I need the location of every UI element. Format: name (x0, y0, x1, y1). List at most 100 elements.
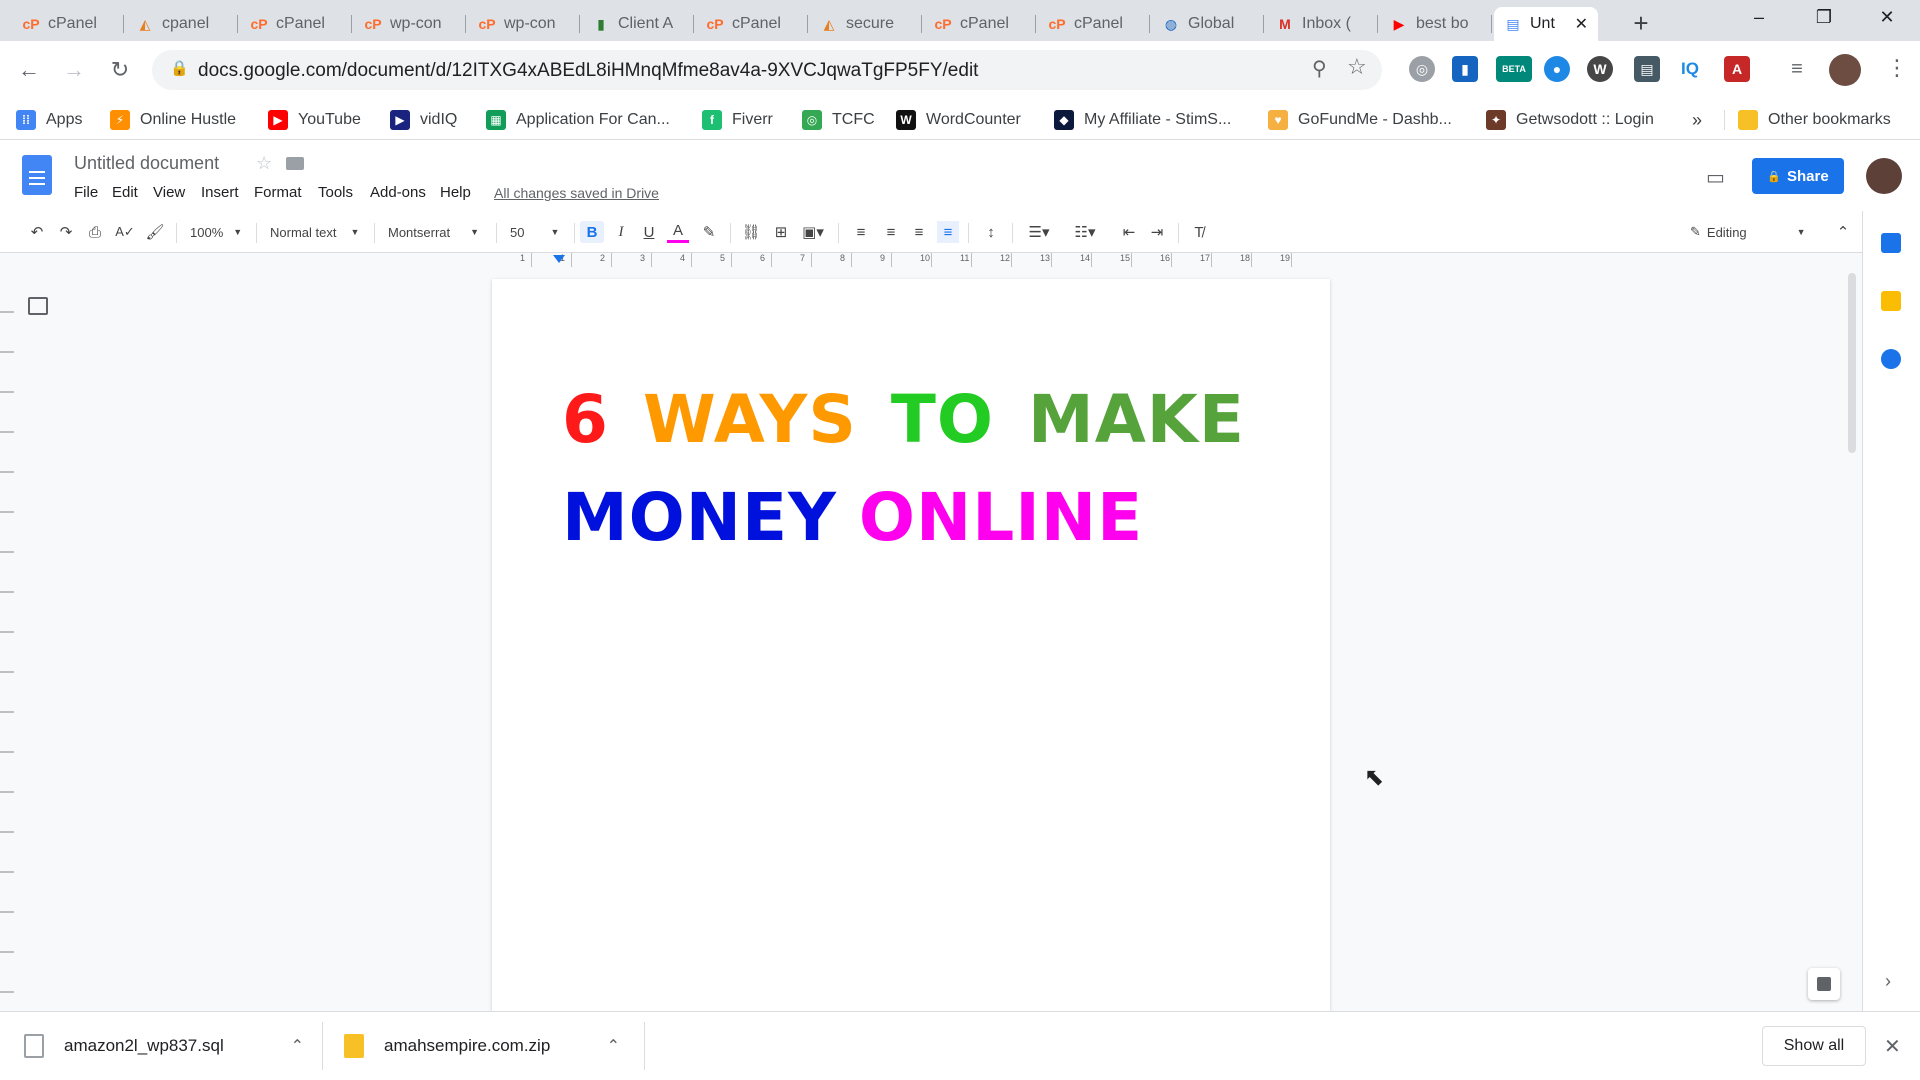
star-icon[interactable]: ☆ (256, 153, 272, 174)
comment-add-icon[interactable]: ⊞ (770, 221, 792, 243)
bookmark-item[interactable]: f Fiverr (702, 108, 773, 132)
browser-tab[interactable]: cP cPanel (696, 7, 808, 41)
download-item[interactable]: amazon2l_wp837.sql ⌃ (24, 1026, 304, 1066)
other-bookmarks-folder[interactable]: Other bookmarks (1738, 108, 1891, 132)
link-icon[interactable]: ⛓ (740, 221, 762, 243)
clear-formatting-icon[interactable]: T̸ (1188, 221, 1210, 243)
extension-pdf-icon[interactable]: A (1724, 56, 1750, 82)
line-spacing-icon[interactable]: ↕ (980, 221, 1002, 243)
extension-beta-icon[interactable]: BETA (1496, 56, 1532, 82)
browser-tab[interactable]: cP cPanel (240, 7, 352, 41)
keep-addon-icon[interactable] (1881, 291, 1901, 311)
new-tab-button[interactable]: + (1626, 8, 1656, 38)
browser-tab[interactable]: ▤ Unt ✕ (1494, 7, 1598, 41)
ruler-indent-marker-icon[interactable] (553, 255, 565, 263)
save-status[interactable]: All changes saved in Drive (494, 185, 659, 201)
calendar-addon-icon[interactable] (1881, 233, 1901, 253)
extension-bars-icon[interactable]: ▮ (1452, 56, 1478, 82)
align-center-icon[interactable]: ≡ (880, 221, 902, 243)
chevron-up-icon[interactable]: ⌃ (607, 1036, 620, 1056)
address-bar[interactable]: 🔒 docs.google.com/document/d/12ITXG4xABE… (152, 50, 1382, 90)
reading-list-icon[interactable]: ≡ (1784, 56, 1810, 82)
spellcheck-icon[interactable]: A✓ (114, 221, 136, 243)
document-title[interactable]: Untitled document (74, 153, 219, 174)
menu-format[interactable]: Format (254, 184, 302, 201)
show-all-button[interactable]: Show all (1762, 1026, 1866, 1066)
reload-button[interactable]: ↻ (103, 53, 137, 87)
bookmark-item[interactable]: ▶ YouTube (268, 108, 361, 132)
expand-side-panel-icon[interactable]: › (1885, 971, 1891, 992)
browser-tab[interactable]: ▮ Client A (582, 7, 694, 41)
font-select[interactable]: Montserrat ▼ (388, 221, 488, 243)
redo-icon[interactable]: ↷ (55, 221, 77, 243)
extension-calendar-icon[interactable]: ▤ (1634, 56, 1660, 82)
align-left-icon[interactable]: ≡ (850, 221, 872, 243)
menu-add-ons[interactable]: Add-ons (370, 184, 426, 201)
editing-mode-select[interactable]: ✎ Editing ▼ (1690, 221, 1814, 243)
close-tab-icon[interactable]: ✕ (1575, 14, 1588, 34)
align-right-icon[interactable]: ≡ (908, 221, 930, 243)
bookmark-item[interactable]: W WordCounter (896, 108, 1021, 132)
browser-tab[interactable]: cP wp-con (468, 7, 580, 41)
explore-button[interactable] (1808, 968, 1840, 1000)
justify-icon[interactable]: ≡ (937, 221, 959, 243)
browser-tab[interactable]: ◭ secure (810, 7, 922, 41)
bookmark-item[interactable]: ▦ Application For Can... (486, 108, 670, 132)
highlight-icon[interactable]: ✎ (698, 221, 720, 243)
bookmark-item[interactable]: ⁞⁞ Apps (16, 108, 82, 132)
zoom-icon[interactable]: ⚲ (1312, 56, 1327, 81)
menu-insert[interactable]: Insert (201, 184, 239, 201)
browser-tab[interactable]: cP cPanel (12, 7, 124, 41)
style-select[interactable]: Normal text ▼ (270, 221, 366, 243)
document-page[interactable]: 6 WAYS TO MAKE MONEY ONLINE (492, 279, 1330, 1011)
menu-edit[interactable]: Edit (112, 184, 138, 201)
share-button[interactable]: 🔒 Share (1752, 158, 1844, 194)
browser-tab[interactable]: ◍ Global (1152, 7, 1264, 41)
tasks-addon-icon[interactable] (1881, 349, 1901, 369)
bookmark-item[interactable]: ♥ GoFundMe - Dashb... (1268, 108, 1452, 132)
zoom-select[interactable]: 100% ▼ (190, 221, 246, 243)
bookmark-item[interactable]: ◎ TCFC (802, 108, 875, 132)
browser-tab[interactable]: cP cPanel (1038, 7, 1150, 41)
image-icon[interactable]: ▣▾ (798, 221, 828, 243)
vertical-scrollbar[interactable] (1848, 273, 1856, 453)
text-color-icon[interactable]: A (667, 221, 689, 243)
back-button[interactable]: ← (12, 53, 46, 87)
close-window-button[interactable]: ✕ (1858, 0, 1916, 34)
bookmark-item[interactable]: ◆ My Affiliate - StimS... (1054, 108, 1231, 132)
menu-view[interactable]: View (153, 184, 185, 201)
profile-avatar[interactable] (1829, 54, 1861, 86)
restore-button[interactable]: ❐ (1795, 0, 1853, 34)
font-size-select[interactable]: 50 ▼ (510, 221, 566, 243)
forward-button[interactable]: → (57, 53, 91, 87)
underline-icon[interactable]: U (638, 221, 660, 243)
outline-icon[interactable] (28, 297, 48, 315)
numbered-list-icon[interactable]: ☰▾ (1022, 221, 1056, 243)
extension-wordpress-icon[interactable]: W (1587, 56, 1613, 82)
minimize-button[interactable]: – (1730, 0, 1788, 34)
bold-icon[interactable]: B (580, 221, 604, 243)
browser-tab[interactable]: M Inbox ( (1266, 7, 1378, 41)
browser-menu-icon[interactable]: ⋮ (1886, 55, 1908, 81)
browser-tab[interactable]: ▶ best bo (1380, 7, 1492, 41)
docs-logo-icon[interactable] (22, 155, 52, 195)
bookmark-item[interactable]: ▶ vidIQ (390, 108, 457, 132)
print-icon[interactable]: ⎙ (84, 221, 106, 243)
menu-tools[interactable]: Tools (318, 184, 353, 201)
browser-tab[interactable]: ◭ cpanel (126, 7, 238, 41)
italic-icon[interactable]: I (610, 221, 632, 243)
bookmarks-overflow-button[interactable]: » (1692, 108, 1702, 132)
undo-icon[interactable]: ↶ (26, 221, 48, 243)
browser-tab[interactable]: cP wp-con (354, 7, 466, 41)
bookmark-item[interactable]: ⚡ Online Hustle (110, 108, 236, 132)
download-item[interactable]: amahsempire.com.zip ⌃ (344, 1026, 620, 1066)
paint-format-icon[interactable]: 🖌 (144, 221, 166, 243)
move-folder-icon[interactable] (286, 157, 304, 170)
collapse-menus-icon[interactable]: ⌃ (1832, 221, 1854, 243)
browser-tab[interactable]: cP cPanel (924, 7, 1036, 41)
decrease-indent-icon[interactable]: ⇤ (1118, 221, 1140, 243)
extension-person-icon[interactable]: ● (1544, 56, 1570, 82)
extension-shield-icon[interactable]: ◎ (1409, 56, 1435, 82)
bookmark-star-icon[interactable]: ☆ (1347, 54, 1367, 80)
menu-file[interactable]: File (74, 184, 98, 201)
